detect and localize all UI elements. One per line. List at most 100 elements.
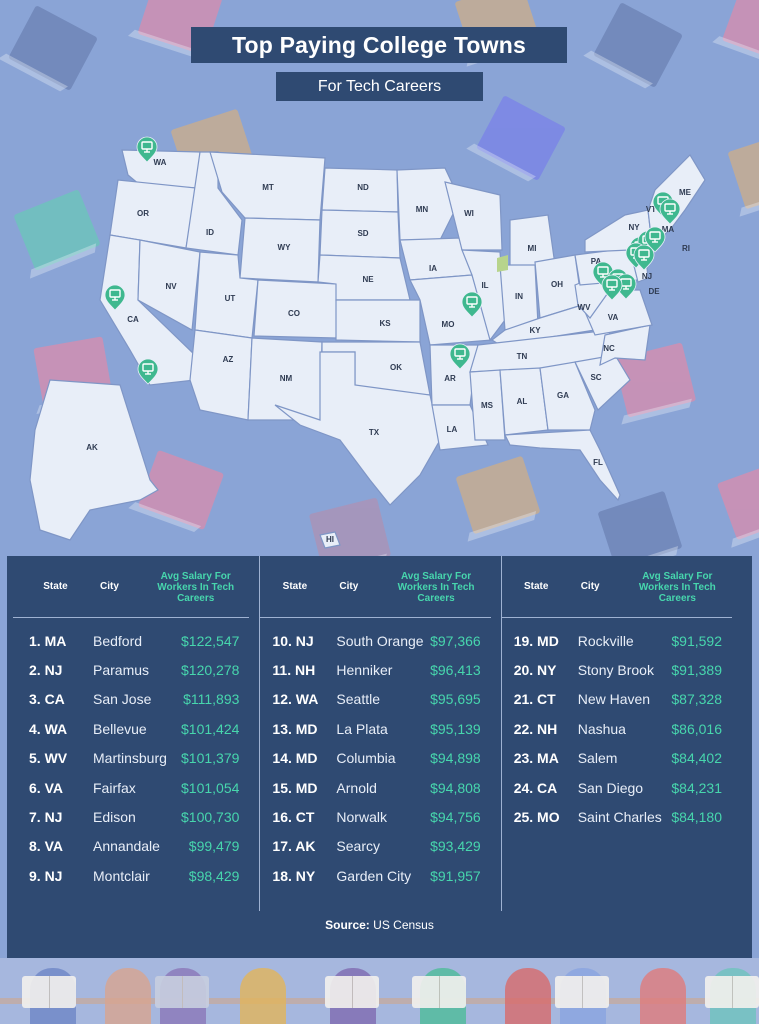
rank-cell: 2. NJ [29,662,63,679]
state-label-nv: NV [165,282,177,291]
state-shape-az [189,329,253,421]
rankings-columns: State City Avg Salary For Workers In Tec… [13,556,742,911]
column-header: State City Avg Salary For Workers In Tec… [260,556,491,618]
salary-cell: $84,402 [671,750,722,767]
table-row: 18. NY Garden City $91,957 [266,861,494,890]
rank-cell: 6. VA [29,779,63,796]
state-label-ia: IA [429,264,437,273]
state-label-sd: SD [357,229,368,238]
column-header: State City Avg Salary For Workers In Tec… [13,556,250,618]
city-cell: Stony Brook [577,662,654,679]
rankings-column: State City Avg Salary For Workers In Tec… [13,556,259,911]
rank-cell: 24. CA [513,779,558,796]
table-row: 22. NH Nashua $86,016 [508,714,736,743]
header-salary: Avg Salary For Workers In Tech Careers [157,571,235,604]
rows: 1. MA Bedford $122,547 2. NJ Paramus $120,278… [23,618,253,891]
state-label-wv: WV [578,303,592,312]
state-label-nm: NM [280,374,293,383]
state-label-tx: TX [369,428,380,437]
state-label-al: AL [517,397,528,406]
table-row: 13. MD La Plata $95,139 [266,714,494,743]
state-label-ca: CA [127,315,139,324]
salary-cell: $97,366 [430,632,481,649]
rank-cell: 5. WV [29,750,68,767]
rank-cell: 11. NH [272,662,316,679]
students-illustration [0,958,759,1024]
city-cell: Fairfax [93,779,136,796]
state-label-la: LA [447,425,458,434]
salary-cell: $96,413 [430,662,481,679]
state-label-ar: AR [444,374,456,383]
state-label-hi: HI [326,535,334,544]
table-row: 1. MA Bedford $122,547 [23,626,253,655]
state-label-wa: WA [154,158,167,167]
city-cell: Montclair [93,867,150,884]
open-book [22,976,76,1008]
state-label-az: AZ [223,355,234,364]
salary-cell: $87,328 [671,691,722,708]
salary-cell: $120,278 [181,662,240,679]
rank-cell: 23. MA [513,750,559,767]
rank-cell: 13. MD [272,720,318,737]
source-label: Source: [325,918,370,932]
salary-cell: $101,054 [181,779,240,796]
salary-cell: $86,016 [671,720,722,737]
table-row: 17. AK Searcy $93,429 [266,832,494,861]
state-label-ne: NE [362,275,374,284]
state-label-ak: AK [86,443,98,452]
state-label-mi: MI [528,244,537,253]
state-label-ny: NY [628,223,640,232]
city-cell: Arnold [336,779,377,796]
state-label-mt: MT [262,183,274,192]
infographic: WA OR CA ID NV MT WY UT AZ CO NM ND SD NE KS OK TX MN IA MO… [0,0,759,1024]
state-label-ky: KY [529,326,541,335]
state-label-mn: MN [416,205,429,214]
salary-cell: $84,231 [671,779,722,796]
open-book [325,976,379,1008]
table-row: 24. CA San Diego $84,231 [508,773,736,802]
city-cell: San Diego [577,779,644,796]
state-label-ks: KS [379,319,391,328]
state-label-ut: UT [225,294,236,303]
state-label-sc: SC [590,373,601,382]
table-row: 3. CA San Jose $111,893 [23,685,253,714]
source-note: Source: US Census [7,918,752,932]
header-state: State [43,581,68,592]
city-cell: Rockville [577,632,634,649]
state-shape-ks [335,299,421,343]
header-city: City [100,581,119,592]
state-label-wi: WI [464,209,474,218]
rank-cell: 18. NY [272,867,316,884]
rank-cell: 9. NJ [29,867,63,884]
city-cell: Annandale [93,838,160,855]
table-row: 12. WA Seattle $95,695 [266,685,494,714]
rankings-column: State City Avg Salary For Workers In Tec… [259,556,500,911]
table-row: 10. NJ South Orange $97,366 [266,626,494,655]
city-cell: New Haven [577,691,651,708]
student-figure [240,968,286,1024]
table-row: 19. MD Rockville $91,592 [508,626,736,655]
state-label-ok: OK [390,363,402,372]
city-cell: Columbia [336,750,396,767]
state-label-co: CO [288,309,300,318]
city-cell: Nashua [577,720,626,737]
state-label-ri: RI [682,244,690,253]
source-value: US Census [373,918,434,932]
table-row: 21. CT New Haven $87,328 [508,685,736,714]
table-row: 25. MO Saint Charles $84,180 [508,802,736,831]
city-cell: Henniker [336,662,393,679]
salary-cell: $100,730 [181,809,240,826]
city-cell: Edison [93,809,136,826]
salary-cell: $91,389 [671,662,722,679]
rank-cell: 10. NJ [272,632,314,649]
title-text: Top Paying College Towns [231,31,527,58]
state-label-nc: NC [603,344,615,353]
salary-cell: $98,429 [188,867,240,884]
rank-cell: 8. VA [29,838,63,855]
state-label-nj: NJ [642,272,652,281]
header-city: City [580,581,600,592]
table-row: 8. VA Annandale $99,479 [23,832,253,861]
salary-cell: $95,695 [430,691,481,708]
header-state: State [523,581,549,592]
table-row: 15. MD Arnold $94,808 [266,773,494,802]
